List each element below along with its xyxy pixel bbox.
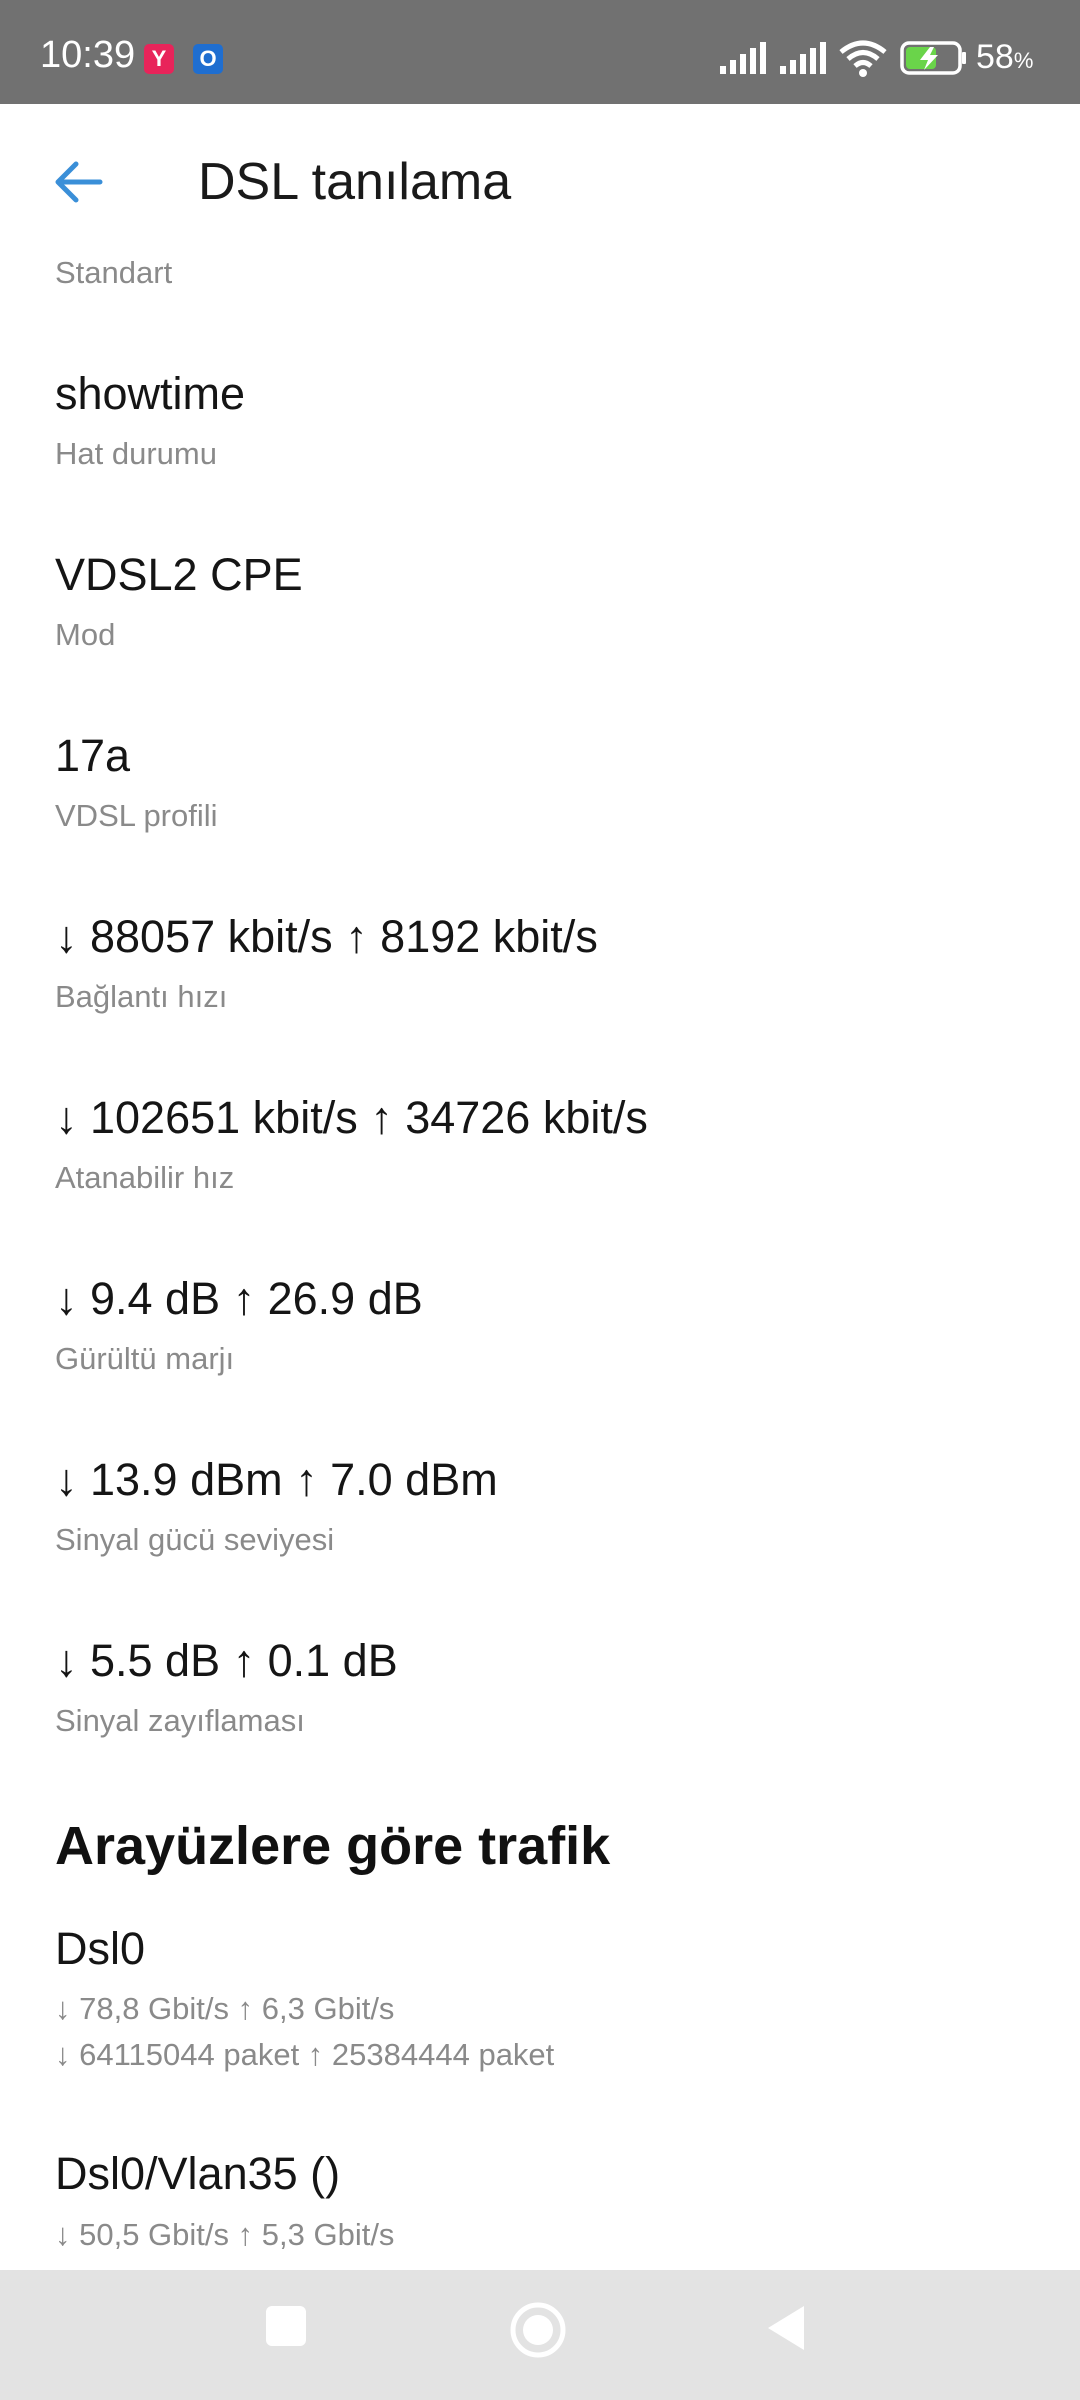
outlook-app-icon: O [193,44,223,74]
attainable-rate-label: Atanabilir hız [55,1160,235,1195]
battery-percent: 58% [976,40,1033,74]
home-circle-icon[interactable] [508,2300,568,2360]
mode-label: Mod [55,617,116,652]
recents-square-icon[interactable] [264,2304,308,2348]
interface-dsl0-packets: ↓ 64115044 paket ↑ 25384444 paket [55,2037,555,2072]
vdsl-profile-label: VDSL profili [55,798,218,833]
status-time: 10:39 [40,34,136,76]
yandex-app-icon: Y [144,44,174,74]
signal-1-icon [720,42,766,74]
page-title: DSL tanılama [198,153,512,211]
status-bar: 10:39 Y O 58% [0,0,1080,104]
connection-speed-label: Bağlantı hızı [55,979,228,1014]
app-bar: DSL tanılama [0,104,1080,264]
back-arrow-icon[interactable] [48,152,108,212]
interface-dsl0-name: Dsl0 [55,1923,146,1974]
noise-margin-label: Gürültü marjı [55,1341,235,1376]
connection-speed-value: ↓ 88057 kbit/s ↑ 8192 kbit/s [55,911,598,962]
interface-vlan35-rate: ↓ 50,5 Gbit/s ↑ 5,3 Gbit/s [55,2217,395,2252]
signal-power-label: Sinyal gücü seviyesi [55,1522,335,1557]
mode-value: VDSL2 CPE [55,549,303,600]
battery-percent-value: 58 [976,38,1014,76]
signal-power-value: ↓ 13.9 dBm ↑ 7.0 dBm [55,1454,498,1505]
interface-vlan35-name: Dsl0/Vlan35 () [55,2148,341,2199]
wifi-icon [839,40,887,77]
noise-margin-value: ↓ 9.4 dB ↑ 26.9 dB [55,1273,423,1324]
interface-dsl0-rate: ↓ 78,8 Gbit/s ↑ 6,3 Gbit/s [55,1991,395,2026]
navigation-bar [0,2270,1080,2400]
signal-attenuation-value: ↓ 5.5 dB ↑ 0.1 dB [55,1635,398,1686]
battery-percent-unit: % [1013,48,1034,73]
traffic-section-title: Arayüzlere göre trafik [55,1816,611,1876]
signal-attenuation-label: Sinyal zayıflaması [55,1703,305,1738]
battery-charging-icon [900,41,966,75]
standard-label: Standart [55,255,173,290]
line-status-label: Hat durumu [55,436,217,471]
signal-2-icon [780,42,826,74]
attainable-rate-value: ↓ 102651 kbit/s ↑ 34726 kbit/s [55,1092,648,1143]
line-status-value: showtime [55,368,246,419]
vdsl-profile-value: 17a [55,730,131,781]
back-triangle-icon[interactable] [764,2304,808,2352]
